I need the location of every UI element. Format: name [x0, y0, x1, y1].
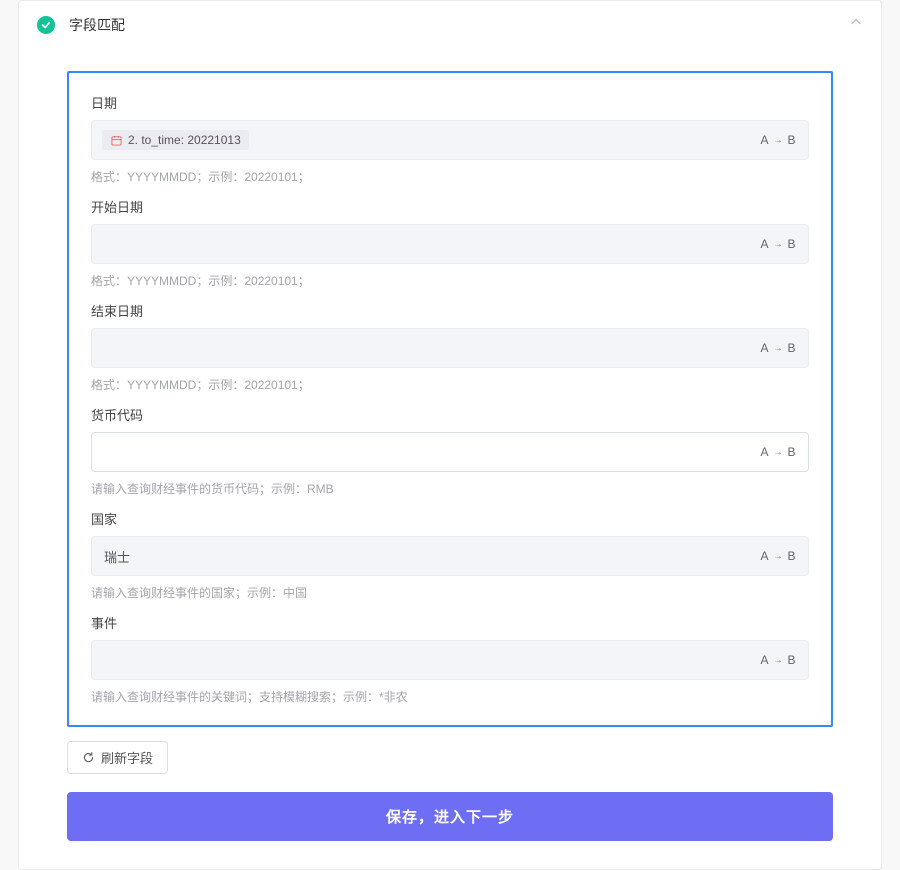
ab-mapping-icon[interactable]: A → B: [760, 445, 796, 459]
save-next-button[interactable]: 保存，进入下一步: [67, 792, 833, 841]
refresh-row: 刷新字段: [67, 741, 833, 774]
arrow-right-icon: →: [773, 447, 784, 458]
field-label: 日期: [91, 93, 809, 112]
field-label: 国家: [91, 509, 809, 528]
field-input-start-date[interactable]: A → B: [91, 224, 809, 264]
ab-mapping-icon[interactable]: A → B: [760, 653, 796, 667]
calendar-icon: [110, 134, 122, 146]
chevron-up-icon[interactable]: [849, 15, 863, 34]
check-circle-icon: [37, 16, 55, 34]
ab-mapping-icon[interactable]: A → B: [760, 341, 796, 355]
arrow-right-icon: →: [773, 135, 784, 146]
field-input-date[interactable]: 2. to_time: 20221013 A → B: [91, 120, 809, 160]
field-helper: 请输入查询财经事件的关键词；支持模糊搜索；示例：*非农: [91, 688, 809, 705]
token-text: 2. to_time: 20221013: [128, 133, 241, 147]
panel-body: 日期 2. to_time: 20221013 A → B 格式：YYYYMMD…: [19, 71, 881, 869]
field-group-date: 日期 2. to_time: 20221013 A → B 格式：YYYYMMD…: [91, 93, 809, 185]
refresh-icon: [82, 751, 95, 764]
field-group-country: 国家 瑞士 A → B 请输入查询财经事件的国家；示例：中国: [91, 509, 809, 601]
arrow-right-icon: →: [773, 551, 784, 562]
refresh-fields-button[interactable]: 刷新字段: [67, 741, 168, 774]
arrow-right-icon: →: [773, 239, 784, 250]
field-label: 货币代码: [91, 405, 809, 424]
ab-mapping-icon[interactable]: A → B: [760, 133, 796, 147]
field-group-currency: 货币代码 A → B 请输入查询财经事件的货币代码；示例：RMB: [91, 405, 809, 497]
field-helper: 请输入查询财经事件的货币代码；示例：RMB: [91, 480, 809, 497]
panel-title: 字段匹配: [69, 15, 125, 35]
field-box: 日期 2. to_time: 20221013 A → B 格式：YYYYMMD…: [67, 71, 833, 727]
field-matching-panel: 字段匹配 日期 2. to_time: 20221013 A: [18, 0, 882, 870]
panel-header[interactable]: 字段匹配: [19, 1, 881, 47]
arrow-right-icon: →: [773, 655, 784, 666]
field-group-event: 事件 A → B 请输入查询财经事件的关键词；支持模糊搜索；示例：*非农: [91, 613, 809, 705]
field-helper: 格式：YYYYMMDD；示例：20220101；: [91, 376, 809, 393]
field-label: 开始日期: [91, 197, 809, 216]
field-group-start-date: 开始日期 A → B 格式：YYYYMMDD；示例：20220101；: [91, 197, 809, 289]
refresh-label: 刷新字段: [101, 748, 153, 767]
field-token[interactable]: 2. to_time: 20221013: [102, 130, 249, 150]
field-input-currency[interactable]: A → B: [91, 432, 809, 472]
arrow-right-icon: →: [773, 343, 784, 354]
field-label: 结束日期: [91, 301, 809, 320]
field-helper: 请输入查询财经事件的国家；示例：中国: [91, 584, 809, 601]
field-input-country[interactable]: 瑞士 A → B: [91, 536, 809, 576]
field-helper: 格式：YYYYMMDD；示例：20220101；: [91, 168, 809, 185]
ab-mapping-icon[interactable]: A → B: [760, 549, 796, 563]
field-group-end-date: 结束日期 A → B 格式：YYYYMMDD；示例：20220101；: [91, 301, 809, 393]
field-input-event[interactable]: A → B: [91, 640, 809, 680]
ab-mapping-icon[interactable]: A → B: [760, 237, 796, 251]
field-label: 事件: [91, 613, 809, 632]
save-row: 保存，进入下一步: [67, 792, 833, 841]
field-value: 瑞士: [102, 547, 130, 566]
field-input-end-date[interactable]: A → B: [91, 328, 809, 368]
field-helper: 格式：YYYYMMDD；示例：20220101；: [91, 272, 809, 289]
